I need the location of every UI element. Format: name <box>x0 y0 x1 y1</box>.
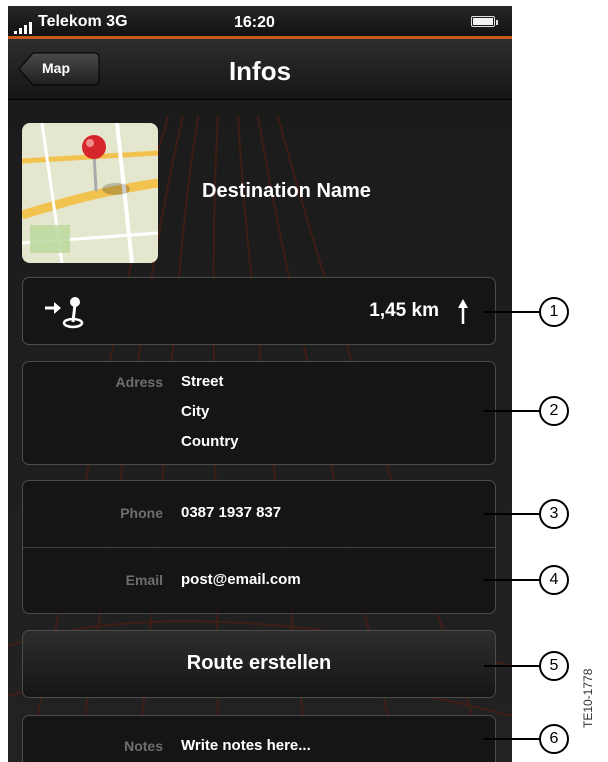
callout-1: 1 <box>539 297 569 327</box>
callout-line-1 <box>484 311 540 313</box>
route-to-destination-icon <box>45 297 84 329</box>
callout-line-6 <box>484 738 540 740</box>
callout-line-4 <box>484 579 540 581</box>
battery-icon <box>471 16 498 27</box>
contact-card: Phone 0387 1937 837 Email post@email.com <box>22 480 496 614</box>
signal-strength-icon <box>14 22 32 34</box>
phone-screen: Telekom 3G 16:20 Map Infos Destination N… <box>8 6 512 762</box>
email-value: post@email.com <box>181 571 301 588</box>
carrier-label: Telekom 3G <box>38 13 128 30</box>
email-label: Email <box>125 572 163 588</box>
destination-name: Destination Name <box>202 180 371 202</box>
address-street: Street <box>181 373 224 390</box>
address-country: Country <box>181 433 239 450</box>
status-bar: Telekom 3G 16:20 <box>8 6 512 36</box>
callout-5: 5 <box>539 651 569 681</box>
callout-line-3 <box>484 513 540 515</box>
clock: 16:20 <box>234 14 275 31</box>
arrow-up-icon <box>458 299 468 324</box>
address-label: Adress <box>115 374 163 390</box>
email-row[interactable]: Email post@email.com <box>23 548 495 614</box>
address-card[interactable]: Adress Street City Country <box>22 361 496 465</box>
callout-3: 3 <box>539 499 569 529</box>
figure-id: TE10-1778 <box>581 668 595 728</box>
navigation-bar: Map Infos <box>8 39 512 100</box>
callout-2: 2 <box>539 396 569 426</box>
page-title: Infos <box>228 56 292 86</box>
notes-placeholder: Write notes here... <box>181 737 311 754</box>
callout-line-5 <box>484 665 540 667</box>
callout-line-2 <box>484 410 540 412</box>
callout-4: 4 <box>539 565 569 595</box>
map-thumbnail[interactable] <box>22 123 158 263</box>
route-button-label: Route erstellen <box>186 652 332 674</box>
notes-field[interactable]: Notes Write notes here... <box>22 715 496 762</box>
route-erstellen-button[interactable]: Route erstellen <box>22 630 496 698</box>
address-city: City <box>181 403 210 420</box>
distance-value: 1,45 km <box>369 300 439 321</box>
phone-label: Phone <box>120 505 163 521</box>
distance-row[interactable]: 1,45 km <box>22 277 496 345</box>
notes-label: Notes <box>124 738 163 754</box>
phone-row[interactable]: Phone 0387 1937 837 <box>23 481 495 547</box>
callout-6: 6 <box>539 724 569 754</box>
phone-value: 0387 1937 837 <box>181 504 282 521</box>
